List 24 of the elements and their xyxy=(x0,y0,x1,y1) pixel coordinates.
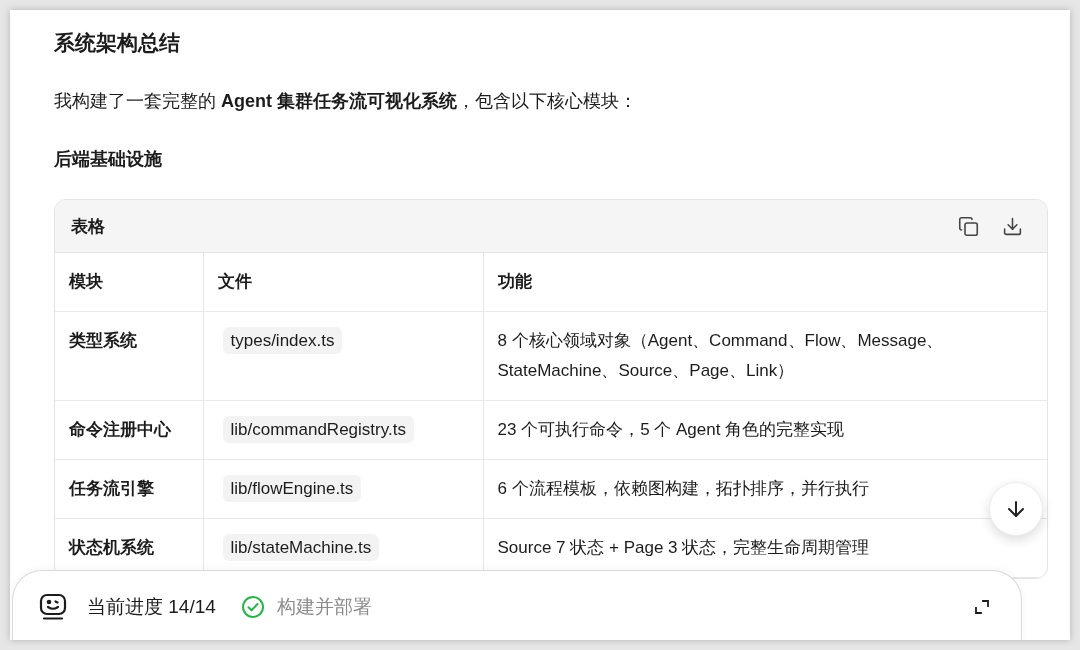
table-cell: 23 个可执行命令，5 个 Agent 角色的完整实现 xyxy=(483,400,1047,460)
code-path: types/index.ts xyxy=(222,327,343,354)
table-cell: 类型系统 xyxy=(55,311,203,401)
intro-paragraph: 我构建了一套完整的 Agent 集群任务流可视化系统，包含以下核心模块： xyxy=(54,90,638,113)
code-path: lib/stateMachine.ts xyxy=(222,534,380,561)
table-cell: 8 个核心领域对象（Agent、Command、Flow、Message、StateMachine、Source、Page、Link） xyxy=(483,311,1047,401)
expand-icon xyxy=(975,599,989,614)
scroll-down-button[interactable] xyxy=(989,482,1043,536)
table-title: 表格 xyxy=(71,215,106,238)
column-header: 模块 xyxy=(55,253,203,312)
code-path: lib/flowEngine.ts xyxy=(222,475,362,502)
copy-icon xyxy=(957,215,979,237)
subsection-heading: 后端基础设施 xyxy=(54,148,163,171)
table-cell: 命令注册中心 xyxy=(55,400,203,460)
code-path: lib/commandRegistry.ts xyxy=(222,416,414,443)
column-header: 功能 xyxy=(483,253,1047,312)
column-header: 文件 xyxy=(203,253,483,312)
task-label: 构建并部署 xyxy=(276,594,373,619)
robot-face-icon xyxy=(39,592,67,621)
progress-label: 当前进度 14/14 xyxy=(87,594,216,619)
expand-button[interactable] xyxy=(973,597,991,616)
download-icon xyxy=(1001,215,1023,237)
section-heading: 系统架构总结 xyxy=(54,30,181,56)
table-cell: 任务流引擎 xyxy=(55,459,203,519)
